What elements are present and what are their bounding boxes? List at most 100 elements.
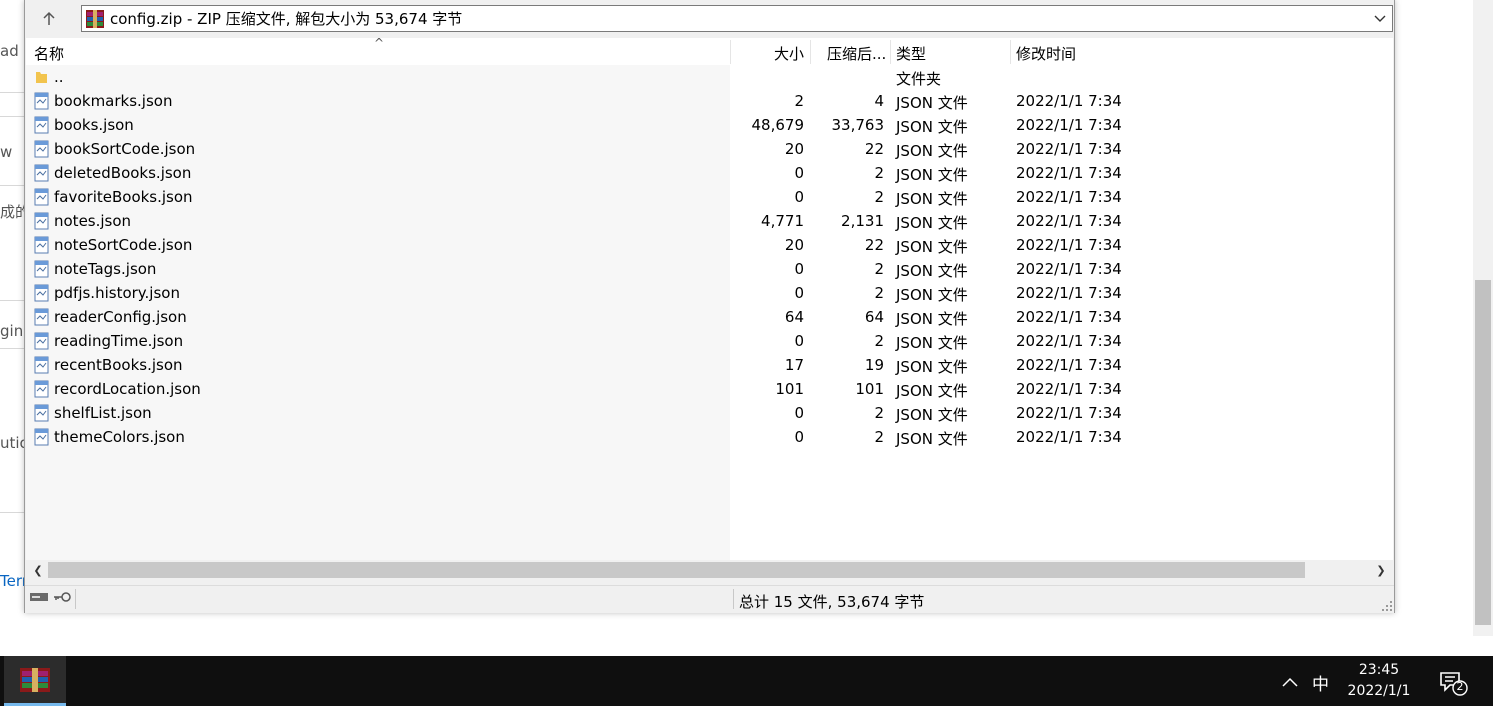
up-folder-button[interactable] — [35, 6, 63, 32]
file-row[interactable]: shelfList.json 0 2 JSON 文件 2022/1/1 7:34 — [26, 401, 1393, 425]
column-separator[interactable] — [890, 40, 891, 64]
column-header-packed[interactable]: 压缩后... — [827, 43, 886, 64]
bg-divider — [0, 116, 24, 117]
column-header-size[interactable]: 大小 — [774, 43, 804, 64]
system-clock[interactable]: 23:45 2022/1/1 — [1336, 660, 1422, 702]
file-modified: 2022/1/1 7:34 — [1016, 260, 1122, 278]
file-modified: 2022/1/1 7:34 — [1016, 332, 1122, 350]
file-type: JSON 文件 — [896, 238, 968, 256]
file-type: JSON 文件 — [896, 358, 968, 376]
taskbar: 中 23:45 2022/1/1 2 — [0, 656, 1493, 706]
path-dropdown-button[interactable] — [1372, 10, 1388, 28]
file-name: bookSortCode.json — [54, 140, 196, 158]
json-file-icon — [34, 92, 49, 110]
file-row[interactable]: readerConfig.json 64 64 JSON 文件 2022/1/1 7:3… — [26, 305, 1393, 329]
file-list[interactable]: 名称 ^ 大小 压缩后... 类型 修改时间 .. 文件夹 bookmarks.… — [26, 38, 1393, 560]
file-name: noteTags.json — [54, 260, 157, 278]
file-size: 0 — [794, 284, 804, 302]
bg-divider — [0, 185, 24, 186]
file-size: 20 — [784, 140, 804, 158]
column-separator[interactable] — [810, 40, 811, 64]
scroll-left-arrow-icon[interactable]: ❮ — [30, 562, 46, 578]
file-row[interactable]: deletedBooks.json 0 2 JSON 文件 2022/1/1 7:34 — [26, 161, 1393, 185]
bg-divider — [0, 512, 24, 513]
file-size: 20 — [784, 236, 804, 254]
file-size: 48,679 — [751, 116, 805, 134]
json-file-icon — [34, 236, 49, 254]
file-row[interactable]: themeColors.json 0 2 JSON 文件 2022/1/1 7:34 — [26, 425, 1393, 449]
column-separator[interactable] — [730, 40, 731, 64]
file-packed-size: 2,131 — [841, 212, 884, 230]
file-size: 17 — [784, 356, 804, 374]
column-header: 名称 ^ 大小 压缩后... 类型 修改时间 — [26, 38, 1393, 65]
file-row[interactable]: recentBooks.json 17 19 JSON 文件 2022/1/1 7:34 — [26, 353, 1393, 377]
horizontal-scrollbar[interactable]: ❮ ❯ — [26, 560, 1393, 580]
file-type: JSON 文件 — [896, 190, 968, 208]
json-file-icon — [34, 404, 49, 422]
file-row[interactable]: recordLocation.json 101 101 JSON 文件 2022/1/1… — [26, 377, 1393, 401]
show-hidden-icons-icon[interactable] — [1280, 672, 1300, 692]
file-modified: 2022/1/1 7:34 — [1016, 212, 1122, 230]
file-size: 0 — [794, 188, 804, 206]
clock-date: 2022/1/1 — [1347, 683, 1411, 699]
json-file-icon — [34, 164, 49, 182]
resize-grip-icon[interactable] — [1382, 601, 1392, 611]
taskbar-winrar-button[interactable] — [4, 656, 66, 706]
file-row[interactable]: books.json 48,679 33,763 JSON 文件 2022/1/1 7:… — [26, 113, 1393, 137]
archive-path-text: config.zip - ZIP 压缩文件, 解包大小为 53,674 字节 — [110, 10, 463, 28]
file-row[interactable]: bookmarks.json 2 4 JSON 文件 2022/1/1 7:34 — [26, 89, 1393, 113]
column-separator[interactable] — [1010, 40, 1011, 64]
column-header-modified[interactable]: 修改时间 — [1016, 43, 1076, 64]
file-packed-size: 22 — [864, 236, 884, 254]
file-type: JSON 文件 — [896, 310, 968, 328]
file-row[interactable]: noteSortCode.json 20 22 JSON 文件 2022/1/1 7:3… — [26, 233, 1393, 257]
key-icon — [54, 592, 71, 602]
file-packed-size: 33,763 — [831, 116, 885, 134]
parent-folder-row[interactable]: .. 文件夹 — [26, 65, 1393, 89]
file-name: readerConfig.json — [54, 308, 187, 326]
input-method-indicator[interactable]: 中 — [1312, 670, 1329, 695]
file-modified: 2022/1/1 7:34 — [1016, 116, 1122, 134]
horizontal-scrollbar-thumb[interactable] — [48, 562, 1305, 578]
bg-text-fragment: w — [0, 143, 13, 161]
file-name: notes.json — [54, 212, 132, 230]
file-modified: 2022/1/1 7:34 — [1016, 380, 1122, 398]
file-row[interactable]: pdfjs.history.json 0 2 JSON 文件 2022/1/1 7:34 — [26, 281, 1393, 305]
json-file-icon — [34, 380, 49, 398]
file-name: bookmarks.json — [54, 92, 173, 110]
file-name: shelfList.json — [54, 404, 152, 422]
file-packed-size: 4 — [874, 92, 884, 110]
file-packed-size: 22 — [864, 140, 884, 158]
file-modified: 2022/1/1 7:34 — [1016, 428, 1122, 446]
archive-path-box[interactable]: config.zip - ZIP 压缩文件, 解包大小为 53,674 字节 — [81, 5, 1393, 32]
file-modified: 2022/1/1 7:34 — [1016, 284, 1122, 302]
file-row[interactable]: noteTags.json 0 2 JSON 文件 2022/1/1 7:34 — [26, 257, 1393, 281]
file-name: recentBooks.json — [54, 356, 183, 374]
json-file-icon — [34, 188, 49, 206]
file-packed-size: 2 — [874, 332, 884, 350]
bg-link-fragment[interactable]: Terr — [0, 572, 24, 590]
file-size: 0 — [794, 164, 804, 182]
file-modified: 2022/1/1 7:34 — [1016, 356, 1122, 374]
action-center-button[interactable]: 2 — [1438, 668, 1468, 698]
file-type: JSON 文件 — [896, 214, 968, 232]
winrar-archive-icon — [86, 9, 104, 28]
file-size: 4,771 — [761, 212, 804, 230]
sort-ascending-icon: ^ — [374, 38, 385, 50]
file-row[interactable]: bookSortCode.json 20 22 JSON 文件 2022/1/1 7:3… — [26, 137, 1393, 161]
page-scrollbar[interactable] — [1473, 0, 1493, 636]
file-row[interactable]: readingTime.json 0 2 JSON 文件 2022/1/1 7:34 — [26, 329, 1393, 353]
chevron-down-icon — [1374, 15, 1386, 22]
column-header-name[interactable]: 名称 — [34, 43, 64, 64]
file-name: pdfjs.history.json — [54, 284, 180, 302]
scroll-right-arrow-icon[interactable]: ❯ — [1373, 562, 1389, 578]
json-file-icon — [34, 260, 49, 278]
file-row[interactable]: favoriteBooks.json 0 2 JSON 文件 2022/1/1 7:34 — [26, 185, 1393, 209]
file-name: readingTime.json — [54, 332, 184, 350]
file-packed-size: 2 — [874, 188, 884, 206]
notification-count-badge: 2 — [1456, 680, 1464, 693]
column-header-type[interactable]: 类型 — [896, 43, 926, 64]
page-scrollbar-thumb[interactable] — [1475, 280, 1491, 625]
file-row[interactable]: notes.json 4,771 2,131 JSON 文件 2022/1/1 7:34 — [26, 209, 1393, 233]
json-file-icon — [34, 116, 49, 134]
